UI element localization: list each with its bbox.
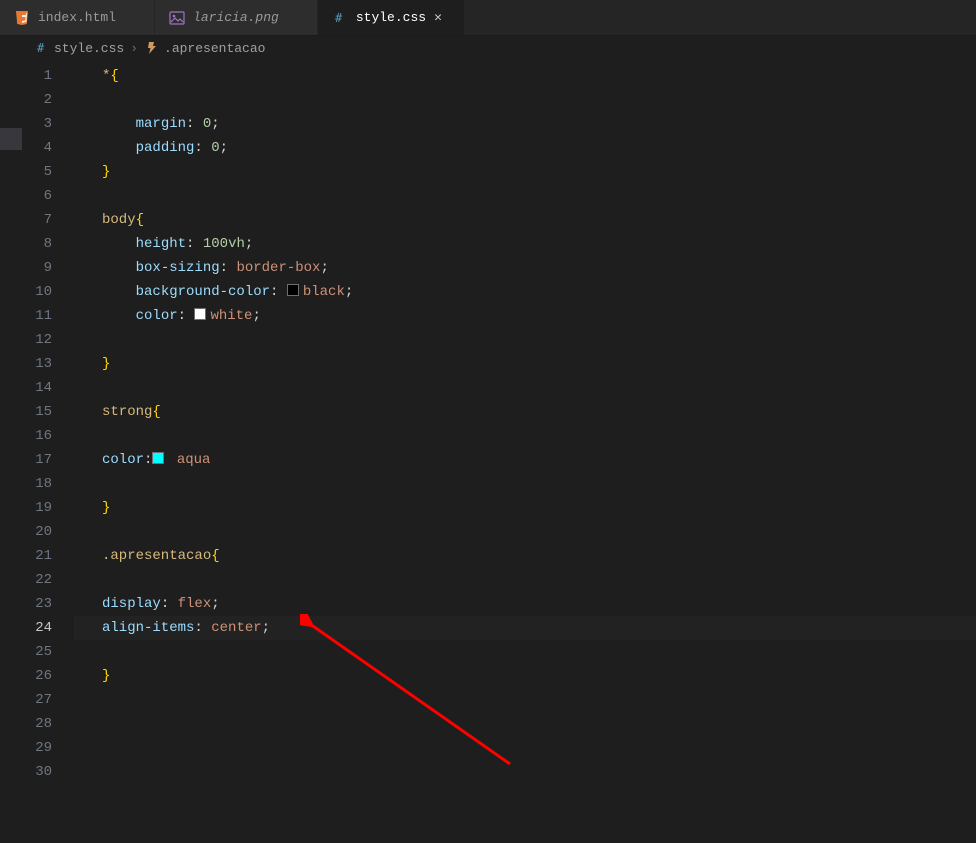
- tab-label: style.css: [356, 10, 426, 25]
- line-number: 19: [0, 496, 74, 520]
- tab-laricia-png[interactable]: laricia.png: [155, 0, 318, 35]
- code-line[interactable]: [74, 712, 976, 736]
- breadcrumb[interactable]: # style.css › .apresentacao: [0, 36, 976, 60]
- tab-index-html[interactable]: index.html: [0, 0, 155, 35]
- code-line[interactable]: [74, 184, 976, 208]
- code-line[interactable]: }: [74, 352, 976, 376]
- line-number: 6: [0, 184, 74, 208]
- code-line[interactable]: [74, 736, 976, 760]
- code-line[interactable]: background-color: black;: [74, 280, 976, 304]
- line-number: 7: [0, 208, 74, 232]
- code-line[interactable]: }: [74, 496, 976, 520]
- image-file-icon: [169, 10, 185, 26]
- code-line[interactable]: [74, 760, 976, 784]
- line-number: 27: [0, 688, 74, 712]
- svg-text:#: #: [37, 41, 45, 55]
- code-line[interactable]: [74, 424, 976, 448]
- line-number: 30: [0, 760, 74, 784]
- line-number: 20: [0, 520, 74, 544]
- tab-label: index.html: [38, 10, 116, 25]
- line-number: 5: [0, 160, 74, 184]
- code-line[interactable]: .apresentacao{: [74, 544, 976, 568]
- code-line[interactable]: padding: 0;: [74, 136, 976, 160]
- tab-style-css[interactable]: # style.css ✕: [318, 0, 465, 35]
- line-number: 13: [0, 352, 74, 376]
- line-number: 15: [0, 400, 74, 424]
- line-number: 23: [0, 592, 74, 616]
- symbol-icon: [144, 40, 160, 56]
- breadcrumb-label: style.css: [54, 41, 124, 56]
- color-swatch: [152, 452, 164, 464]
- color-swatch: [287, 284, 299, 296]
- code-area[interactable]: *{ margin: 0; padding: 0;} body{ height: …: [74, 60, 976, 843]
- line-number: 22: [0, 568, 74, 592]
- line-number: 12: [0, 328, 74, 352]
- line-number: 8: [0, 232, 74, 256]
- line-number: 28: [0, 712, 74, 736]
- code-line[interactable]: box-sizing: border-box;: [74, 256, 976, 280]
- breadcrumb-label: .apresentacao: [164, 41, 265, 56]
- code-line[interactable]: [74, 88, 976, 112]
- line-number: 10: [0, 280, 74, 304]
- line-number: 16: [0, 424, 74, 448]
- code-line[interactable]: [74, 568, 976, 592]
- code-line[interactable]: *{: [74, 64, 976, 88]
- line-number: 21: [0, 544, 74, 568]
- code-line[interactable]: [74, 472, 976, 496]
- line-number: 26: [0, 664, 74, 688]
- tab-bar: index.html laricia.png # style.css ✕: [0, 0, 976, 36]
- code-line[interactable]: [74, 688, 976, 712]
- code-line[interactable]: [74, 640, 976, 664]
- code-line[interactable]: }: [74, 160, 976, 184]
- code-line[interactable]: [74, 520, 976, 544]
- code-line[interactable]: align-items: center;: [74, 616, 976, 640]
- line-number-gutter: 1234567891011121314151617181920212223242…: [0, 60, 74, 843]
- css-icon: #: [34, 40, 50, 56]
- svg-text:#: #: [335, 11, 343, 25]
- code-line[interactable]: height: 100vh;: [74, 232, 976, 256]
- code-line[interactable]: strong{: [74, 400, 976, 424]
- line-number: 9: [0, 256, 74, 280]
- line-number: 14: [0, 376, 74, 400]
- code-line[interactable]: [74, 376, 976, 400]
- breadcrumb-item[interactable]: .apresentacao: [144, 40, 265, 56]
- css-file-icon: #: [332, 10, 348, 26]
- code-line[interactable]: }: [74, 664, 976, 688]
- line-number: 25: [0, 640, 74, 664]
- code-editor[interactable]: 1234567891011121314151617181920212223242…: [0, 60, 976, 843]
- line-number: 18: [0, 472, 74, 496]
- line-number: 29: [0, 736, 74, 760]
- code-line[interactable]: body{: [74, 208, 976, 232]
- line-number: 11: [0, 304, 74, 328]
- code-line[interactable]: margin: 0;: [74, 112, 976, 136]
- line-number: 3: [0, 112, 74, 136]
- line-number: 4: [0, 136, 74, 160]
- code-line[interactable]: display: flex;: [74, 592, 976, 616]
- color-swatch: [194, 308, 206, 320]
- close-icon[interactable]: ✕: [434, 10, 450, 25]
- code-line[interactable]: color: aqua: [74, 448, 976, 472]
- html-file-icon: [14, 10, 30, 26]
- code-line[interactable]: color: white;: [74, 304, 976, 328]
- line-number: 17: [0, 448, 74, 472]
- breadcrumb-item[interactable]: # style.css: [34, 40, 124, 56]
- line-number: 1: [0, 64, 74, 88]
- tab-label: laricia.png: [193, 10, 279, 25]
- line-number: 2: [0, 88, 74, 112]
- line-number: 24: [0, 616, 74, 640]
- chevron-right-icon: ›: [130, 41, 138, 56]
- code-line[interactable]: [74, 328, 976, 352]
